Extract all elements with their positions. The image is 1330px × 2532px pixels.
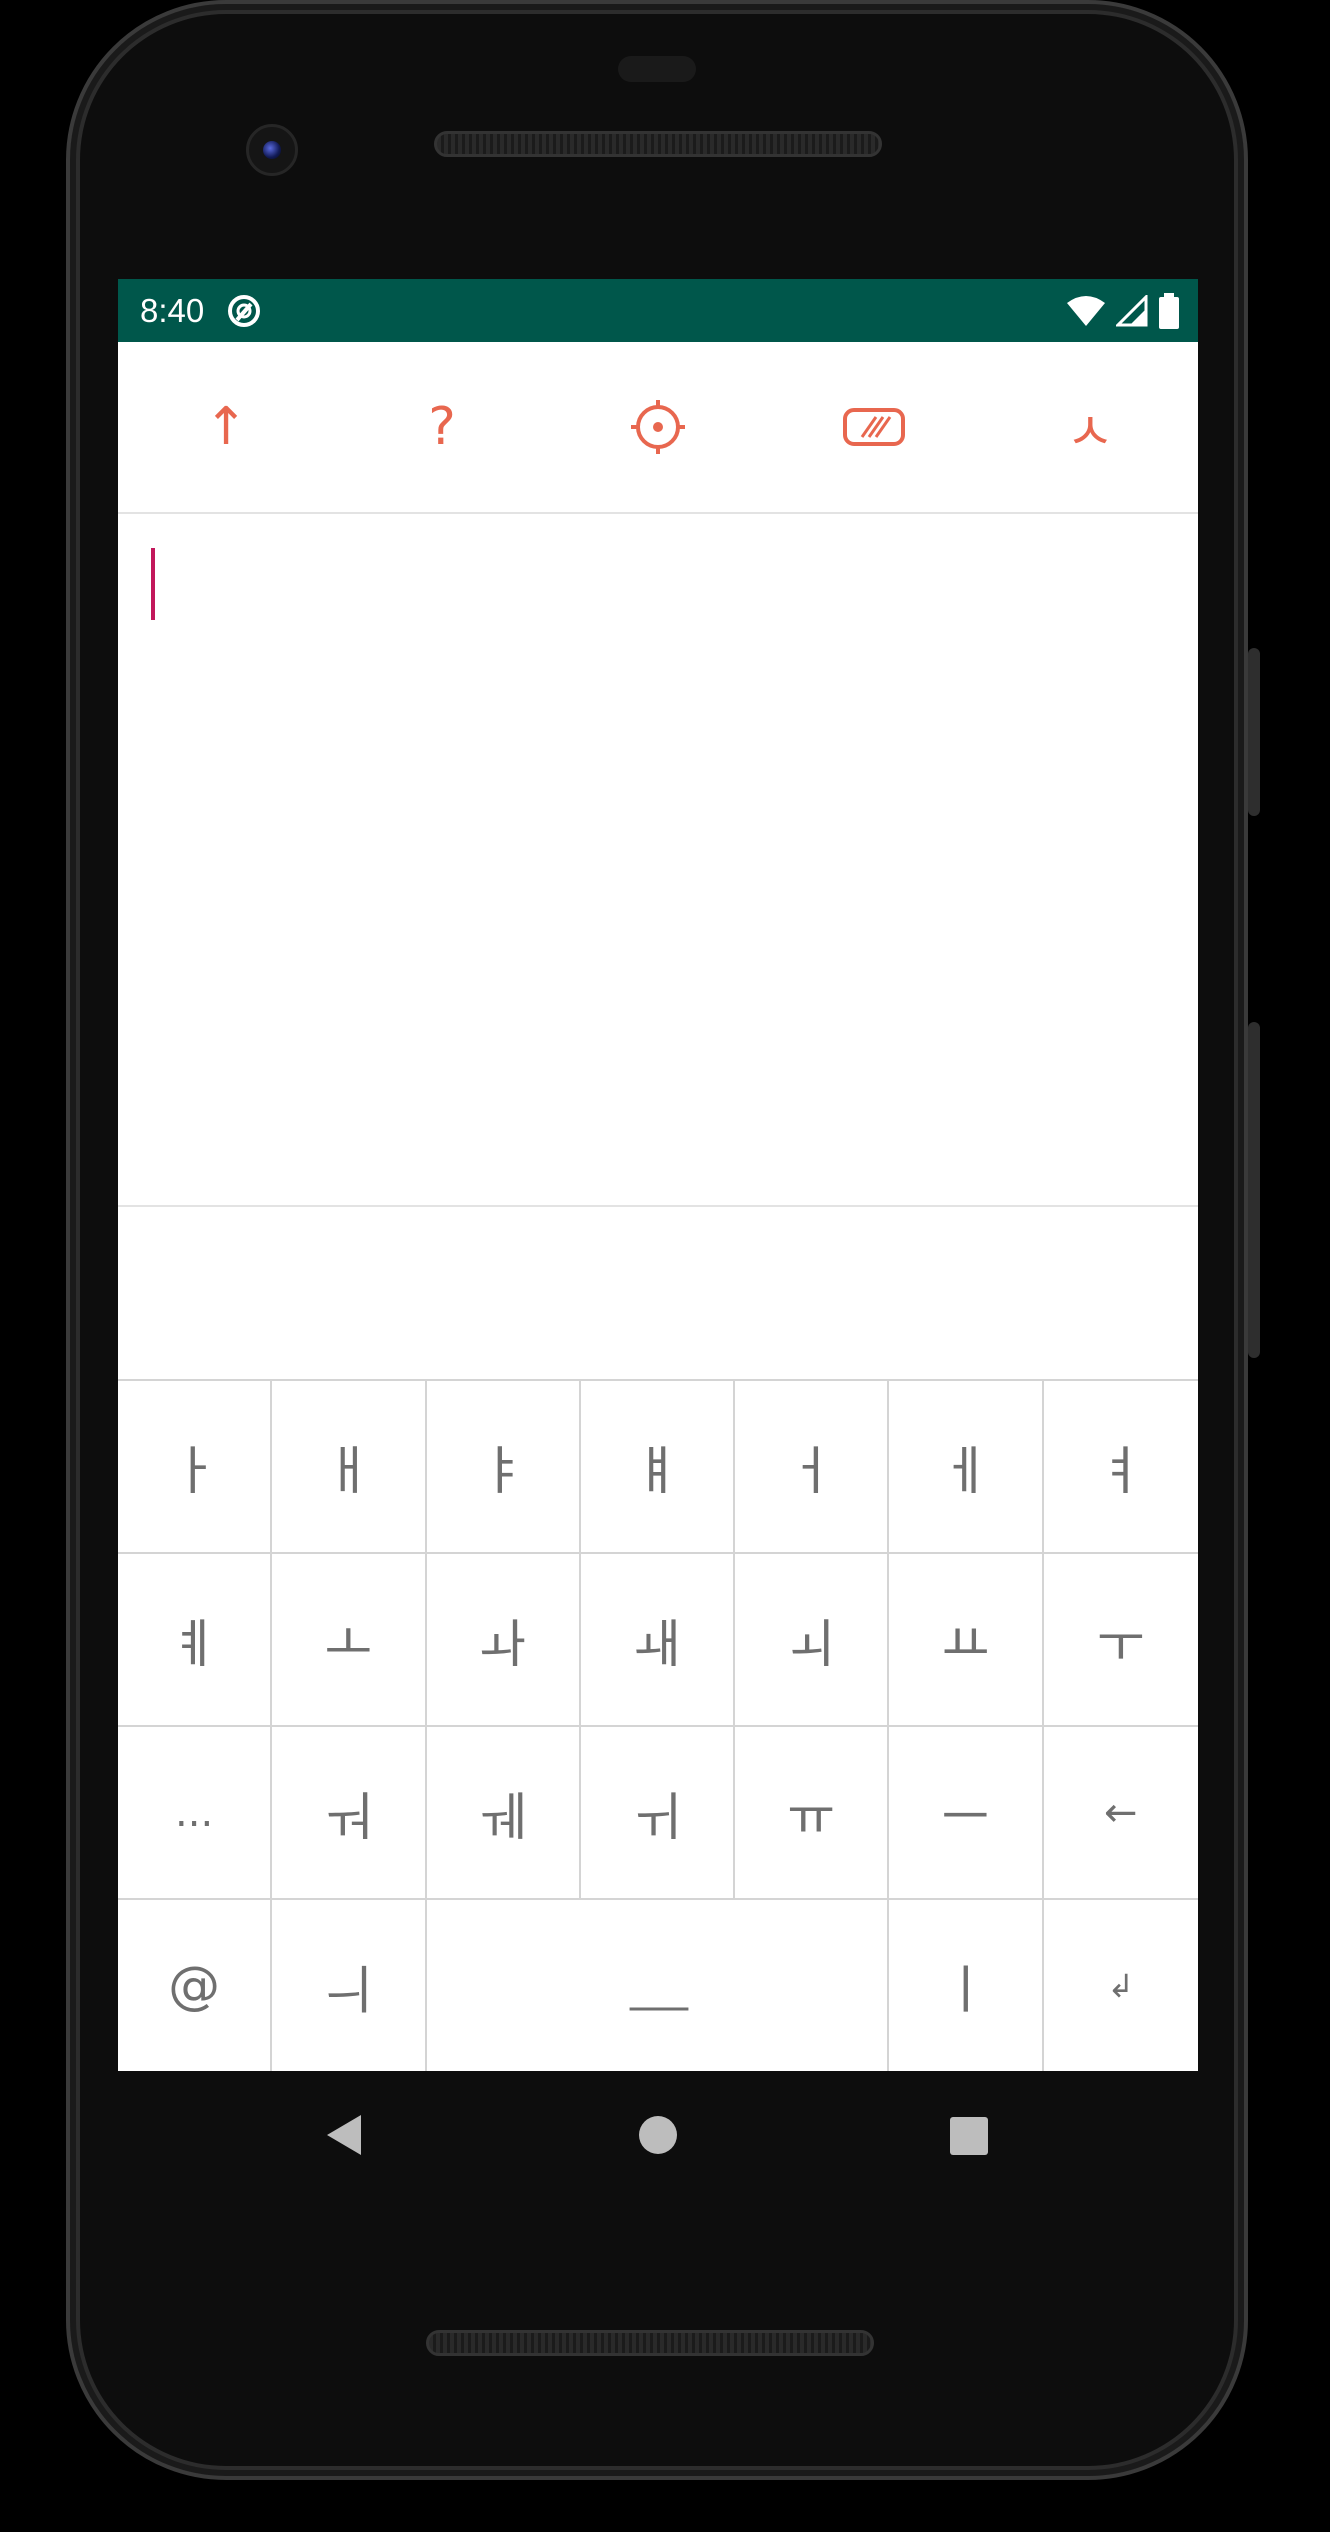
keyboard-layout-button[interactable] <box>766 342 982 512</box>
space-key[interactable]: ___ <box>426 1898 890 2071</box>
settings-button[interactable] <box>550 342 766 512</box>
text-caret <box>151 548 155 620</box>
shift-button[interactable]: ↑ <box>118 342 334 512</box>
power-button <box>1248 648 1260 816</box>
bottom-speaker <box>426 2330 874 2356</box>
status-time: 8:40 <box>140 291 205 329</box>
key-at[interactable]: @ <box>118 1898 273 2071</box>
key-wo[interactable]: ㅝ <box>272 1725 427 1898</box>
hangul-keyboard: ㅏ ㅐ ㅑ ㅒ ㅓ ㅔ ㅕ ㅖ ㅗ ㅘ ㅙ ㅚ ㅛ ㅜ ... ㅝ ㅞ ㅟ ㅠ … <box>118 1379 1198 2071</box>
volume-button <box>1248 1022 1260 1358</box>
battery-icon <box>1159 292 1179 329</box>
back-icon[interactable] <box>325 2113 363 2157</box>
key-we[interactable]: ㅞ <box>426 1725 581 1898</box>
consonant-siot-icon: ㅅ <box>1066 402 1114 463</box>
wifi-icon <box>1067 295 1105 326</box>
key-oe[interactable]: ㅚ <box>735 1552 890 1725</box>
key-yae[interactable]: ㅒ <box>580 1379 736 1552</box>
key-e[interactable]: ㅔ <box>889 1379 1044 1552</box>
front-sensor <box>618 56 696 82</box>
gear-icon <box>631 400 685 454</box>
backspace-key[interactable]: ← <box>1043 1725 1198 1898</box>
status-icons <box>1066 279 1180 342</box>
key-wae[interactable]: ㅙ <box>580 1552 736 1725</box>
key-wa[interactable]: ㅘ <box>426 1552 581 1725</box>
keyboard-toggle-icon <box>843 408 905 446</box>
key-ae[interactable]: ㅐ <box>272 1379 427 1552</box>
key-o[interactable]: ㅗ <box>272 1552 427 1725</box>
up-arrow-icon: ↑ <box>204 397 248 457</box>
keyboard-row-4: @ ㅢ ___ ㅣ ↲ <box>118 1898 1198 2071</box>
key-yeo[interactable]: ㅕ <box>1043 1379 1198 1552</box>
home-icon[interactable] <box>638 2115 678 2155</box>
consonant-mode-button[interactable]: ㅅ <box>982 342 1198 512</box>
signal-icon <box>1116 294 1148 326</box>
help-button[interactable]: ? <box>334 342 550 512</box>
earpiece-speaker <box>434 131 882 157</box>
device-screen: 8:40 ↑ ? ㅅ ㅏ ㅐ ㅑ ㅒ ㅓ ㅔ ㅕ ㅖ ㅗ ㅘ ㅙ ㅚ ㅛ ㅜ .… <box>118 279 1198 2071</box>
toolbar: ↑ ? ㅅ <box>118 342 1198 514</box>
key-more[interactable]: ... <box>118 1725 273 1898</box>
keyboard-row-3: ... ㅝ ㅞ ㅟ ㅠ ㅡ ← <box>118 1725 1198 1898</box>
keyboard-row-2: ㅖ ㅗ ㅘ ㅙ ㅚ ㅛ ㅜ <box>118 1552 1198 1725</box>
question-icon: ? <box>428 397 456 457</box>
front-camera <box>246 124 298 176</box>
text-editor[interactable] <box>118 514 1198 1207</box>
key-eo[interactable]: ㅓ <box>735 1379 890 1552</box>
key-a[interactable]: ㅏ <box>118 1379 273 1552</box>
key-ye[interactable]: ㅖ <box>118 1552 273 1725</box>
key-i[interactable]: ㅣ <box>889 1898 1044 2071</box>
recents-icon[interactable] <box>949 2116 989 2156</box>
key-ui[interactable]: ㅢ <box>272 1898 427 2071</box>
key-ya[interactable]: ㅑ <box>426 1379 581 1552</box>
candidate-bar <box>118 1207 1198 1379</box>
key-u[interactable]: ㅜ <box>1043 1552 1198 1725</box>
key-wi[interactable]: ㅟ <box>580 1725 736 1898</box>
key-eu[interactable]: ㅡ <box>889 1725 1044 1898</box>
enter-key[interactable]: ↲ <box>1043 1898 1198 2071</box>
key-yo[interactable]: ㅛ <box>889 1552 1044 1725</box>
status-bar: 8:40 <box>118 279 1198 342</box>
key-yu[interactable]: ㅠ <box>735 1725 890 1898</box>
app-notification-icon <box>228 294 261 327</box>
keyboard-row-1: ㅏ ㅐ ㅑ ㅒ ㅓ ㅔ ㅕ <box>118 1379 1198 1552</box>
